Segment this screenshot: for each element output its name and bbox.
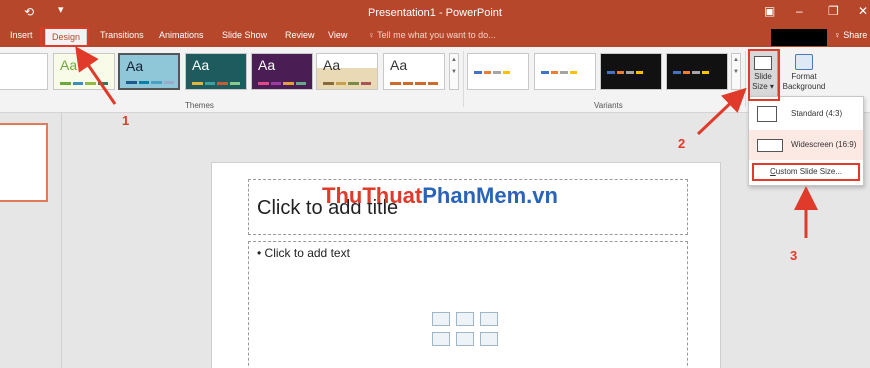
annotation-arrows	[75, 46, 818, 238]
powerpoint-window: ⟲ ▾ Presentation1 - PowerPoint ▣ – ❐ ✕ I…	[0, 0, 870, 368]
step-number-3: 3	[790, 248, 798, 263]
arrow-to-slide-size	[696, 87, 747, 136]
arrow-to-design-tab	[75, 46, 117, 105]
step-number-1: 1	[122, 113, 130, 128]
step-number-2: 2	[678, 136, 686, 151]
